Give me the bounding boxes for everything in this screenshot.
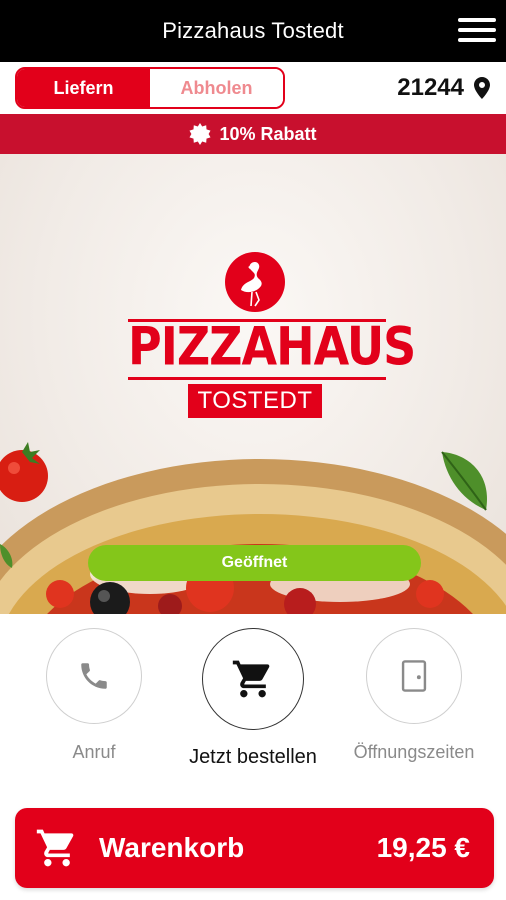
menu-icon[interactable] <box>458 16 496 44</box>
call-circle <box>46 628 142 724</box>
quick-actions: Anruf Jetzt bestellen Öffnungszeiten <box>0 614 506 804</box>
pickup-tab[interactable]: Abholen <box>150 69 283 107</box>
hours-circle <box>366 628 462 724</box>
cart-icon <box>232 660 270 698</box>
discount-text: 10% Rabatt <box>219 123 317 144</box>
zip-code: 21244 <box>397 74 464 101</box>
order-now-label: Jetzt bestellen <box>189 746 317 768</box>
badge-icon <box>189 123 211 145</box>
deliver-tab[interactable]: Liefern <box>17 69 150 107</box>
order-mode-bar: Liefern Abholen 21244 <box>0 62 506 114</box>
logo-emblem <box>225 252 285 312</box>
discount-banner[interactable]: 10% Rabatt <box>0 114 506 154</box>
order-mode-toggle: Liefern Abholen <box>15 67 285 109</box>
location-pin-icon <box>474 77 490 99</box>
app-title: Pizzahaus Tostedt <box>162 18 344 43</box>
call-button[interactable]: Anruf <box>14 628 174 763</box>
logo-rule-bottom <box>128 377 386 380</box>
opening-hours-button[interactable]: Öffnungszeiten <box>334 628 494 763</box>
cart-button[interactable]: Warenkorb 19,25 € <box>15 808 494 888</box>
cart-total: 19,25 € <box>376 832 470 863</box>
door-icon <box>401 660 427 692</box>
hero-banner: PIZZAHAUS TOSTEDT Geöffnet <box>0 154 506 614</box>
zip-selector[interactable]: 21244 <box>397 72 490 104</box>
app-header: Pizzahaus Tostedt <box>0 0 506 62</box>
logo-wordmark: PIZZAHAUS <box>128 314 416 378</box>
order-now-button[interactable]: Jetzt bestellen <box>173 628 333 769</box>
open-status-badge: Geöffnet <box>88 545 421 581</box>
flamingo-icon <box>241 262 262 307</box>
opening-hours-label: Öffnungszeiten <box>353 742 475 762</box>
cart-icon <box>36 829 74 867</box>
order-circle <box>202 628 304 730</box>
call-label: Anruf <box>72 742 116 762</box>
cart-label: Warenkorb <box>99 832 245 863</box>
phone-icon <box>81 663 107 689</box>
logo-subtitle: TOSTEDT <box>188 384 322 418</box>
